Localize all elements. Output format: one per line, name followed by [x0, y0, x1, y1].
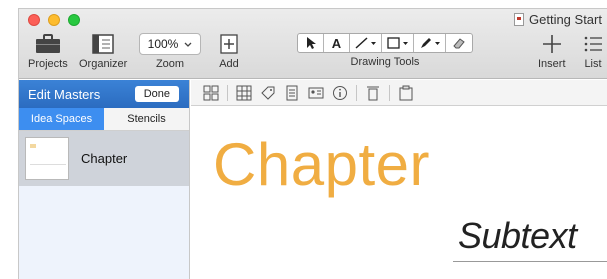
chevron-down-icon	[184, 37, 192, 51]
eraser-icon	[453, 38, 465, 49]
pointer-tool-button[interactable]	[298, 34, 324, 52]
drawing-tools-segmented: A	[297, 33, 473, 53]
master-thumbnail	[25, 137, 69, 180]
tag-button[interactable]	[256, 83, 280, 103]
projects-button[interactable]: Projects	[28, 33, 68, 70]
text-tool-icon: A	[331, 35, 342, 51]
list-label: List	[584, 58, 602, 70]
info-icon	[333, 85, 347, 100]
organizer-button[interactable]: Organizer	[79, 33, 127, 70]
organizer-label: Organizer	[79, 58, 128, 70]
note-button[interactable]	[280, 83, 304, 103]
minimize-window-button[interactable]	[48, 14, 60, 26]
clipboard-button[interactable]	[394, 83, 418, 103]
canvas-toolbar	[191, 80, 607, 106]
drawing-tools-label: Drawing Tools	[350, 56, 420, 68]
sidebar-title: Edit Masters	[28, 86, 101, 102]
chapter-heading[interactable]: Chapter	[213, 135, 430, 195]
document-icon	[514, 13, 524, 26]
pointer-icon	[306, 37, 316, 49]
table-button[interactable]	[232, 83, 256, 103]
title-toolbar: Getting Start Projects Organizer 100% Zo…	[19, 9, 607, 79]
list-icon	[583, 33, 603, 55]
add-page-icon	[219, 33, 239, 55]
maximize-window-button[interactable]	[68, 14, 80, 26]
align-icon	[367, 86, 379, 100]
insert-label: Insert	[538, 58, 566, 70]
plus-icon	[541, 33, 563, 55]
grid-icon	[203, 85, 219, 100]
subtext-underline	[453, 261, 607, 262]
info-button[interactable]	[328, 83, 352, 103]
eraser-tool-button[interactable]	[446, 34, 472, 52]
sidebar-header: Edit Masters Done	[19, 80, 189, 108]
toolbar-divider	[356, 84, 357, 101]
master-item-label: Chapter	[81, 151, 128, 166]
drawing-tools-group: A Drawing Tools	[297, 33, 473, 68]
pen-tool-button[interactable]	[414, 34, 446, 52]
desktop-background-left	[0, 0, 18, 279]
document-title: Getting Start	[514, 12, 602, 27]
done-button[interactable]: Done	[134, 86, 179, 102]
master-item-chapter[interactable]: Chapter	[19, 131, 189, 186]
clipboard-icon	[399, 85, 413, 100]
briefcase-icon	[34, 33, 62, 55]
insert-button[interactable]: Insert	[538, 33, 566, 70]
table-icon	[236, 85, 252, 100]
note-icon	[286, 85, 298, 100]
line-tool-button[interactable]	[350, 34, 382, 52]
shape-tool-button[interactable]	[382, 34, 414, 52]
contact-card-button[interactable]	[304, 83, 328, 103]
add-button[interactable]: Add	[219, 33, 239, 70]
projects-label: Projects	[28, 58, 68, 70]
app-window: Getting Start Projects Organizer 100% Zo…	[18, 8, 607, 279]
tab-idea-spaces[interactable]: Idea Spaces	[19, 108, 104, 130]
pen-icon	[420, 38, 440, 48]
tab-stencils[interactable]: Stencils	[104, 108, 189, 130]
edit-masters-sidebar: Edit Masters Done Idea Spaces Stencils C…	[19, 80, 190, 279]
toolbar-divider	[389, 84, 390, 101]
zoom-value: 100%	[147, 37, 179, 51]
zoom-control[interactable]: 100% Zoom	[139, 33, 201, 70]
text-tool-button[interactable]: A	[324, 34, 350, 52]
grid-view-button[interactable]	[199, 83, 223, 103]
desktop-background-top	[0, 0, 607, 8]
sidebar-tabs: Idea Spaces Stencils	[19, 108, 189, 131]
list-button[interactable]: List	[583, 33, 603, 70]
add-label: Add	[219, 58, 239, 70]
close-window-button[interactable]	[28, 14, 40, 26]
zoom-label: Zoom	[155, 58, 185, 70]
align-button[interactable]	[361, 83, 385, 103]
document-title-text: Getting Start	[529, 12, 602, 27]
tag-icon	[261, 86, 275, 100]
subtext-heading[interactable]: Subtext	[458, 218, 577, 254]
rectangle-icon	[386, 37, 408, 49]
contact-card-icon	[308, 87, 324, 98]
line-icon	[354, 37, 376, 49]
organizer-icon	[91, 33, 115, 55]
zoom-select[interactable]: 100%	[139, 33, 201, 55]
page-canvas[interactable]: Chapter Subtext	[191, 107, 607, 279]
toolbar-divider	[227, 84, 228, 101]
